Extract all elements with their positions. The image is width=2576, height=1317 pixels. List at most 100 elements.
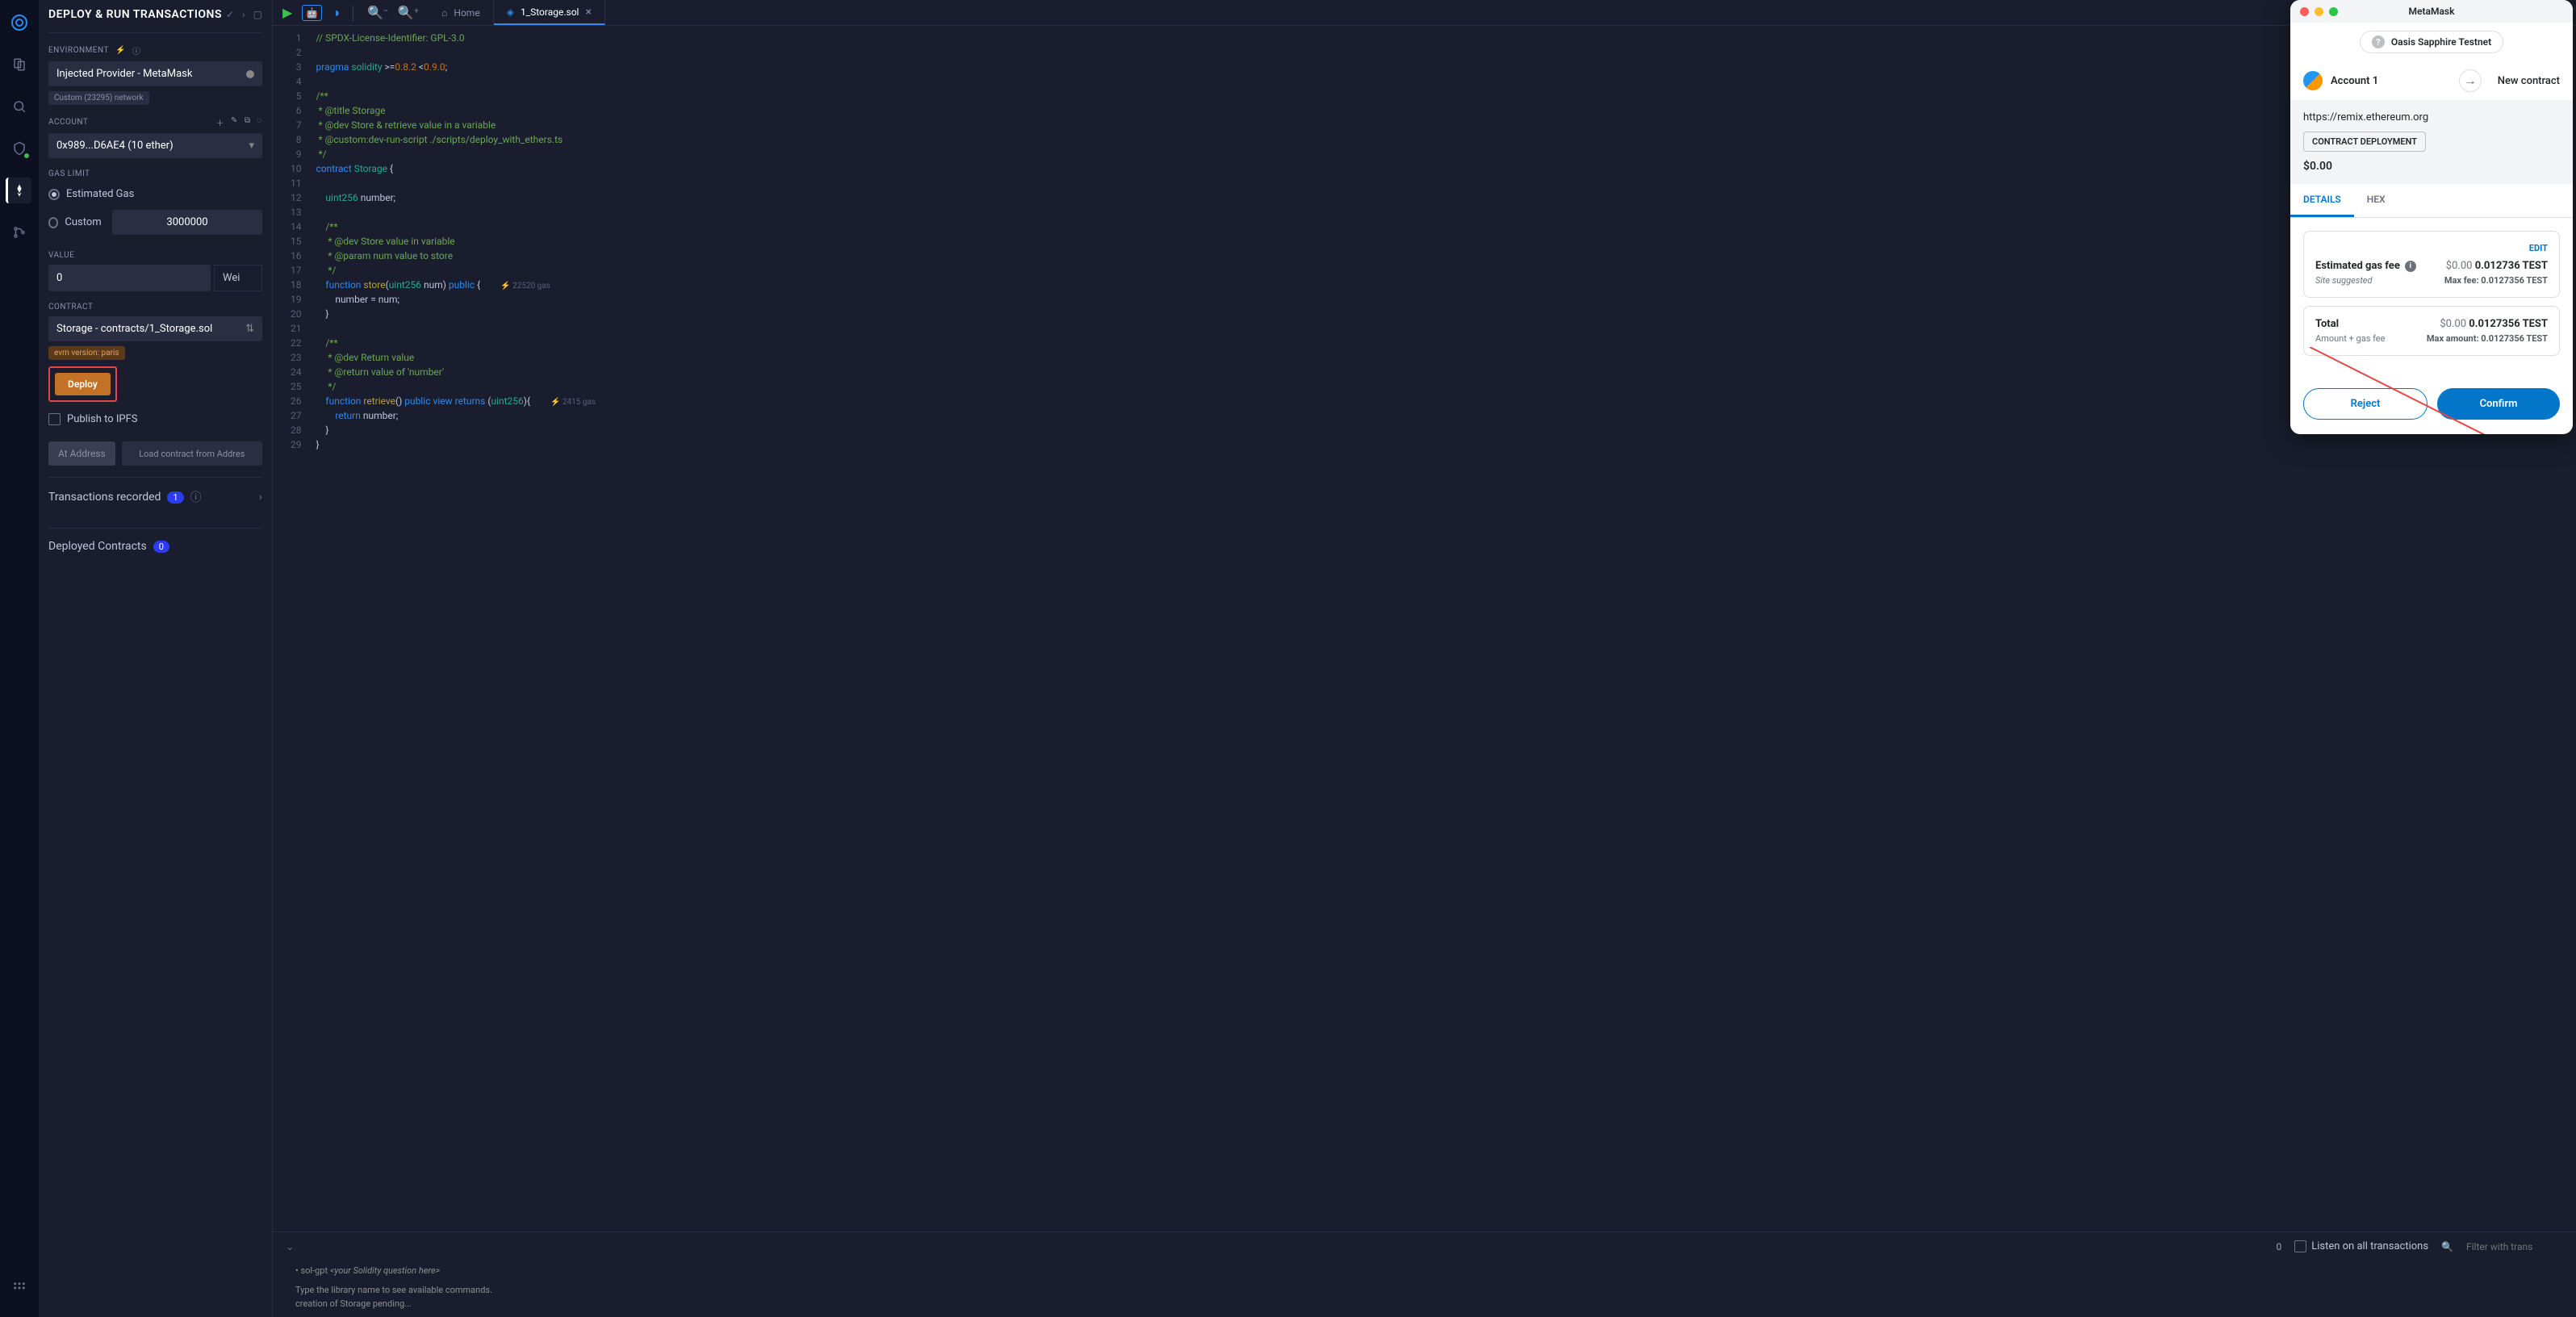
close-tab-icon[interactable]: × (585, 6, 591, 19)
network-row: ? Oasis Sapphire Testnet (2290, 23, 2573, 61)
sign-icon[interactable]: ◌ (257, 116, 262, 128)
deployed-count-badge: 0 (153, 541, 169, 553)
environment-select[interactable]: Injected Provider - MetaMask (48, 61, 262, 86)
zoom-out-icon[interactable]: 🔍⁻ (367, 5, 388, 20)
search-terminal-icon[interactable]: 🔍 (2441, 1241, 2453, 1252)
total-label: Total (2315, 318, 2339, 330)
contract-label: CONTRACT (48, 303, 262, 311)
git-icon[interactable] (6, 220, 32, 245)
home-icon: ⌂ (441, 7, 447, 19)
value-input[interactable] (48, 265, 211, 291)
mac-titlebar: MetaMask (2290, 0, 2573, 23)
environment-label: ENVIRONMENT ⚡ ⓘ (48, 44, 262, 56)
custom-gas-label: Custom (65, 216, 106, 228)
unknown-network-icon: ? (2372, 36, 2385, 48)
new-contract-label: New contract (2498, 75, 2560, 87)
terminal-toggle-icon[interactable]: ⌄ (286, 1241, 294, 1252)
tab-details[interactable]: DETAILS (2290, 184, 2354, 217)
account-name[interactable]: Account 1 (2331, 75, 2451, 87)
gas-token: 0.012736 TEST (2475, 260, 2548, 272)
editor-topbar: ▶ 🤖 ◑ │ 🔍⁻ 🔍⁺ ⌂ Home ◈ 1_Storage.sol × (273, 0, 2576, 26)
zoom-in-icon[interactable]: 🔍⁺ (398, 5, 419, 20)
confirm-button[interactable]: Confirm (2437, 388, 2560, 420)
gas-limit-label: GAS LIMIT (48, 169, 262, 178)
gas-fiat: $0.00 (2446, 260, 2473, 272)
line-gutter: 1234567891011121314151617181920212223242… (273, 26, 310, 1231)
plug-icon[interactable]: ⚡ (115, 46, 126, 55)
origin-url: https://remix.ethereum.org (2303, 111, 2560, 123)
metamask-popup: MetaMask ? Oasis Sapphire Testnet Accoun… (2290, 0, 2573, 434)
origin-section: https://remix.ethereum.org CONTRACT DEPL… (2290, 100, 2573, 184)
at-address-button[interactable]: At Address (48, 441, 115, 466)
info-icon[interactable]: i (2405, 261, 2416, 272)
publish-ipfs-label: Publish to IPFS (67, 413, 138, 425)
metamask-title: MetaMask (2409, 6, 2455, 17)
deploy-highlight: Deploy (48, 366, 117, 402)
amount-plus-gas: Amount + gas fee (2315, 333, 2385, 344)
deploy-icon[interactable] (6, 178, 31, 203)
load-address-input[interactable]: Load contract from Addres (122, 441, 262, 466)
mm-tabs: DETAILS HEX (2290, 184, 2573, 218)
chevron-right-icon: › (259, 491, 262, 504)
reject-button[interactable]: Reject (2303, 388, 2428, 420)
maximize-window-icon[interactable] (2329, 7, 2338, 16)
total-token: 0.0127356 TEST (2469, 318, 2548, 330)
search-icon[interactable] (6, 94, 32, 119)
info-icon[interactable]: ⓘ (132, 44, 141, 56)
max-amount: 0.0127356 TEST (2481, 333, 2548, 344)
estimated-gas-label: Estimated Gas (66, 188, 134, 200)
code-body[interactable]: // SPDX-License-Identifier: GPL-3.0pragm… (310, 26, 603, 1231)
deploy-button[interactable]: Deploy (55, 373, 111, 395)
info-icon[interactable]: ⓘ (190, 489, 202, 505)
remix-logo-icon[interactable] (6, 10, 32, 36)
compiler-icon[interactable] (6, 136, 32, 161)
tab-hex[interactable]: HEX (2354, 184, 2398, 217)
plus-icon[interactable]: ＋ (216, 116, 225, 128)
listen-all-checkbox[interactable] (2294, 1240, 2306, 1252)
chevron-down-icon: ⇅ (245, 323, 254, 335)
custom-gas-radio[interactable] (48, 217, 58, 228)
transactions-recorded-accordion[interactable]: Transactions recorded 1 ⓘ › (48, 477, 262, 516)
tab-storage[interactable]: ◈ 1_Storage.sol × (494, 0, 605, 25)
evm-version-badge: evm version: paris (48, 346, 125, 360)
deploy-panel: DEPLOY & RUN TRANSACTIONS ✓ › ▢ ENVIRONM… (39, 0, 273, 1317)
custom-gas-input[interactable] (112, 210, 262, 235)
panel-expand-icon[interactable]: ▢ (253, 9, 262, 20)
chevron-down-icon: ▾ (249, 140, 254, 152)
edit-icon[interactable]: ✎ (231, 116, 238, 128)
contract-select[interactable]: Storage - contracts/1_Storage.sol ⇅ (48, 316, 262, 341)
toggle-icon[interactable]: ◑ (332, 5, 340, 21)
deployed-contracts-accordion[interactable]: Deployed Contracts 0 (48, 528, 262, 564)
tab-home[interactable]: ⌂ Home (429, 0, 494, 25)
terminal-filter-input[interactable] (2466, 1241, 2563, 1252)
arrow-right-icon: → (2459, 69, 2482, 92)
code-editor[interactable]: 1234567891011121314151617181920212223242… (273, 26, 2576, 1231)
tx-amount: $0.00 (2303, 160, 2560, 173)
minimize-window-icon[interactable] (2315, 7, 2323, 16)
ai-icon[interactable]: 🤖 (302, 5, 322, 21)
copy-icon[interactable]: ⧉ (245, 116, 251, 128)
gas-fee-label: Estimated gas fee (2315, 260, 2400, 272)
account-avatar-icon (2303, 71, 2323, 90)
network-pill[interactable]: ? Oasis Sapphire Testnet (2360, 31, 2503, 53)
chevron-right-icon[interactable]: › (242, 9, 245, 20)
terminal-output: • sol-gpt <your Solidity question here> … (273, 1261, 2576, 1317)
run-icon[interactable]: ▶ (282, 5, 292, 20)
publish-ipfs-checkbox[interactable] (48, 413, 61, 425)
account-label: ACCOUNT ＋ ✎ ⧉ ◌ (48, 116, 262, 128)
value-unit-select[interactable]: Wei (214, 265, 262, 291)
listen-all-label: Listen on all transactions (2311, 1240, 2428, 1252)
editor-area: ▶ 🤖 ◑ │ 🔍⁻ 🔍⁺ ⌂ Home ◈ 1_Storage.sol × 1… (273, 0, 2576, 1317)
edit-gas-link[interactable]: EDIT (2315, 243, 2548, 253)
panel-title: DEPLOY & RUN TRANSACTIONS (48, 8, 226, 21)
file-explorer-icon[interactable] (6, 52, 32, 77)
tx-count-badge: 1 (167, 491, 183, 504)
estimated-gas-radio[interactable] (48, 189, 60, 200)
total-card: Total $0.00 0.0127356 TEST Amount + gas … (2303, 306, 2560, 356)
account-select[interactable]: 0x989...D6AE4 (10 ether) ▾ (48, 133, 262, 158)
caret-icon (246, 70, 254, 78)
pending-count: 0 (2276, 1241, 2281, 1252)
settings-icon[interactable] (6, 1275, 32, 1301)
check-icon[interactable]: ✓ (226, 9, 234, 20)
close-window-icon[interactable] (2300, 7, 2309, 16)
